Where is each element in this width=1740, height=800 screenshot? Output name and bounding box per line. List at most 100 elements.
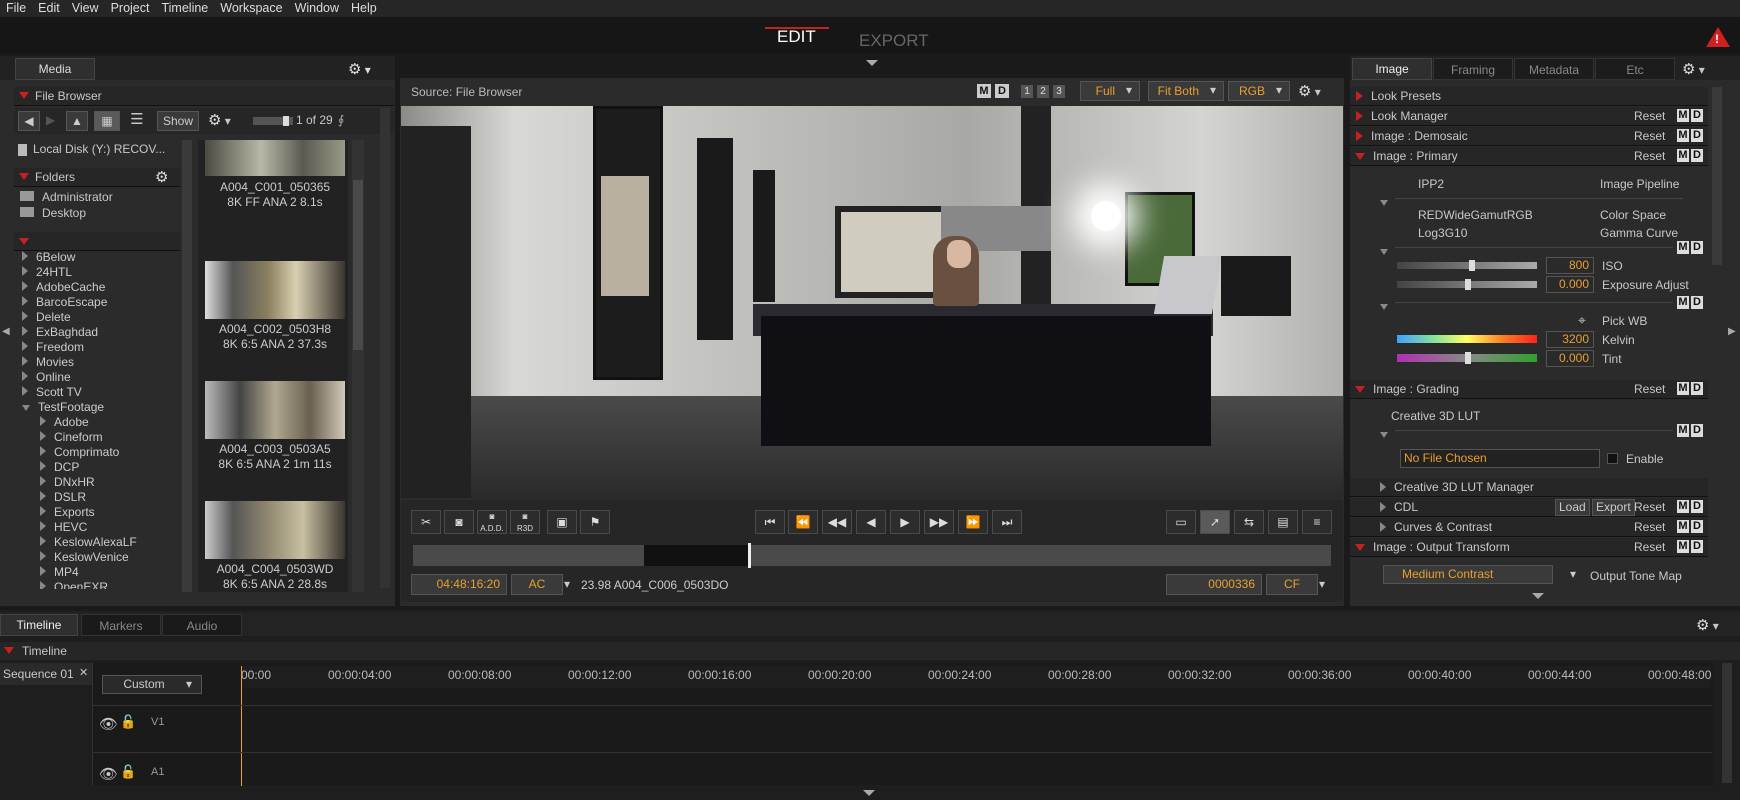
d-button[interactable]: D (1691, 296, 1703, 309)
exposure-field[interactable]: 0.000 (1546, 276, 1594, 293)
playhead[interactable] (748, 543, 751, 568)
view-3-button[interactable]: 3 (1053, 85, 1065, 98)
tree-item[interactable]: 6Below (22, 250, 182, 265)
mark-in-out-button[interactable]: ✂ (411, 510, 441, 534)
lock-icon[interactable]: 🔓 (120, 714, 136, 730)
next-clip-button[interactable]: ⏩ (958, 510, 988, 534)
reset-button[interactable]: Reset (1634, 149, 1665, 163)
menu-project[interactable]: Project (105, 0, 156, 17)
gear-icon[interactable]: ⚙ (155, 168, 168, 186)
frame-mode[interactable]: CF (1266, 574, 1318, 595)
collapse-top-icon[interactable] (866, 60, 878, 66)
tab-audio[interactable]: Audio (162, 614, 242, 636)
back-button[interactable]: ◀ (18, 111, 40, 131)
clip-thumbnail[interactable] (205, 140, 345, 176)
tab-timeline[interactable]: Timeline (0, 614, 78, 636)
timeline-header[interactable]: Timeline (0, 642, 1740, 660)
section-primary[interactable]: Image : Primary Reset M D (1350, 147, 1708, 166)
eye-icon[interactable]: 👁 (99, 715, 118, 733)
clip-scrollbar[interactable] (352, 140, 364, 592)
menu-help[interactable]: Help (345, 0, 383, 17)
browser-settings[interactable]: ⚙ ▾ (208, 111, 231, 129)
d-button[interactable]: D (1691, 109, 1703, 122)
section-lut-manager[interactable]: Creative 3D LUT Manager (1350, 478, 1708, 497)
tree-item[interactable]: DNxHR (22, 475, 182, 490)
show-filter-button[interactable]: Show (157, 111, 199, 131)
iso-field[interactable]: 800 (1546, 257, 1594, 274)
display-button[interactable]: ▭ (1166, 510, 1196, 534)
timeline-playhead[interactable] (241, 666, 242, 786)
tab-metadata[interactable]: Metadata (1514, 58, 1594, 80)
reset-button[interactable]: Reset (1634, 109, 1665, 123)
frame-field[interactable]: 0000336 (1166, 574, 1262, 595)
file-browser-header[interactable]: File Browser (14, 87, 394, 106)
d-button[interactable]: D (1691, 424, 1703, 437)
reset-button[interactable]: Reset (1634, 540, 1665, 554)
exposure-slider[interactable] (1397, 279, 1537, 290)
lut-file-field[interactable]: No File Chosen (1400, 449, 1600, 468)
media-settings[interactable]: ⚙ ▾ (348, 60, 371, 78)
tree-item[interactable]: Scott TV (22, 385, 182, 400)
folder-desktop[interactable]: Desktop (20, 206, 86, 220)
tint-slider[interactable] (1397, 352, 1537, 364)
section-grading[interactable]: Image : Grading Reset M D (1350, 380, 1708, 399)
enable-checkbox[interactable] (1607, 453, 1618, 464)
folders-header[interactable]: Folders ⚙ (14, 168, 180, 187)
collapse-icon[interactable] (1380, 195, 1394, 209)
tree-item[interactable]: Adobe (22, 415, 182, 430)
chevron-down-icon[interactable]: ▾ (1319, 577, 1325, 591)
view-1-button[interactable]: 1 (1021, 85, 1033, 98)
color-space-value[interactable]: REDWideGamutRGB (1418, 208, 1533, 222)
d-button[interactable]: D (1691, 520, 1703, 533)
scrub-bar[interactable] (413, 545, 1331, 566)
tree-item[interactable]: Movies (22, 355, 182, 370)
snapshot-button[interactable]: ◙ (444, 510, 474, 534)
tree-item[interactable]: Delete (22, 310, 182, 325)
export-button[interactable]: Export (1592, 499, 1635, 516)
tree-item[interactable]: Exports (22, 505, 182, 520)
menu-edit[interactable]: Edit (32, 0, 66, 17)
menu-window[interactable]: Window (289, 0, 345, 17)
section-look-manager[interactable]: Look Manager Reset M D (1350, 107, 1708, 126)
loop-button[interactable]: ⇆ (1234, 510, 1264, 534)
chevron-down-icon[interactable]: ▾ (1570, 567, 1576, 581)
close-icon[interactable]: ✕ (79, 666, 88, 679)
tree-item[interactable]: Online (22, 370, 182, 385)
reset-button[interactable]: Reset (1634, 382, 1665, 396)
rocket-button[interactable]: ➚ (1200, 510, 1230, 534)
iso-slider[interactable] (1397, 260, 1537, 271)
view-2-button[interactable]: 2 (1037, 85, 1049, 98)
tab-framing[interactable]: Framing (1433, 58, 1513, 80)
tree-item[interactable]: KeslowVenice (22, 550, 182, 565)
chevron-down-icon[interactable]: ▾ (564, 577, 570, 591)
film-button[interactable]: ▤ (1268, 510, 1298, 534)
forward-button[interactable]: ▶ (46, 113, 55, 127)
viewer-settings[interactable]: ⚙ ▾ (1298, 82, 1321, 100)
tab-edit[interactable]: EDIT (777, 27, 816, 47)
section-output-transform[interactable]: Image : Output Transform Reset M D (1350, 538, 1708, 557)
thumb-size-slider[interactable] (253, 116, 293, 126)
reset-button[interactable]: Reset (1634, 500, 1665, 514)
tree-item[interactable]: BarcoEscape (22, 295, 182, 310)
menu-view[interactable]: View (66, 0, 105, 17)
tree-item[interactable]: OpenEXR (22, 580, 182, 589)
m-button[interactable]: M (1677, 129, 1689, 142)
prev-clip-button[interactable]: ⏪ (788, 510, 818, 534)
collapse-icon[interactable] (1380, 427, 1388, 441)
collapse-icon[interactable] (1380, 244, 1388, 258)
d-button[interactable]: D (1691, 149, 1703, 162)
tone-map-dropdown[interactable]: Medium Contrast (1383, 565, 1553, 584)
tree-item[interactable]: KeslowAlexaLF (22, 535, 182, 550)
tab-media[interactable]: Media (15, 58, 95, 80)
lock-icon[interactable]: 🔓 (120, 764, 136, 780)
m-button[interactable]: M (1677, 540, 1689, 553)
tab-markers[interactable]: Markers (81, 614, 161, 636)
adjust-button[interactable]: ≡ (1302, 510, 1332, 534)
kelvin-slider[interactable] (1397, 335, 1537, 343)
tree-item[interactable]: DCP (22, 460, 182, 475)
section-demosaic[interactable]: Image : Demosaic Reset M D (1350, 127, 1708, 146)
d-button[interactable]: D (995, 84, 1009, 98)
section-curves[interactable]: Curves & Contrast Reset M D (1350, 518, 1708, 537)
go-start-button[interactable]: ⏮ (755, 510, 785, 534)
up-folder-button[interactable]: ▲ (66, 111, 88, 131)
